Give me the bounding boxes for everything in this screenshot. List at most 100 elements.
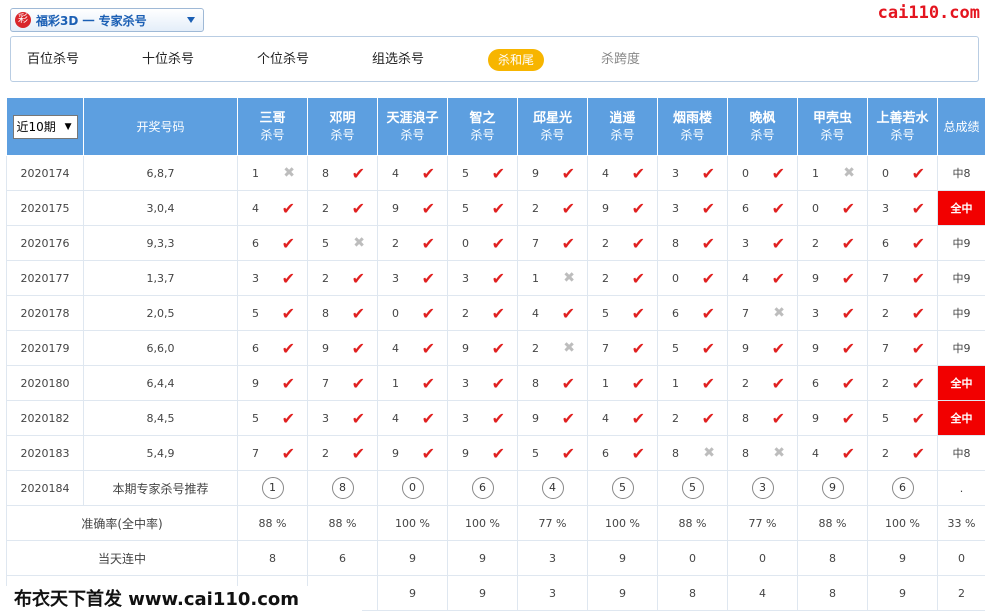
accuracy-row-value: 88 % [307,505,378,541]
kill-cell: 9 ✔ [587,190,658,226]
tab-tens-kill[interactable]: 十位杀号 [142,49,194,71]
tab-group-kill[interactable]: 组选杀号 [372,49,424,71]
kill-number: 6 [602,446,609,460]
check-icon: ✔ [911,408,925,428]
check-icon: ✔ [841,443,855,463]
check-icon: ✔ [351,408,365,428]
expert-header-4[interactable]: 邱星光 杀号 [517,97,588,156]
kill-cell: 1 ✖ [797,155,868,191]
check-icon: ✔ [911,338,925,358]
kill-cell: 9 ✔ [517,400,588,436]
check-icon: ✔ [631,233,645,253]
expert-header-6[interactable]: 烟雨楼 杀号 [657,97,728,156]
expert-header-2[interactable]: 天涯浪子 杀号 [377,97,448,156]
kill-number: 4 [392,166,399,180]
kill-cell-content: 9 ✔ [588,199,657,218]
recommend-cell: 9 [797,470,868,506]
kill-number: 3 [742,236,749,250]
expert-name: 逍遥 [609,110,636,126]
page-root: { "header": { "lottery_select": "福彩3D 一 … [0,0,985,614]
kill-cell-content: 5 ✔ [238,304,307,323]
check-icon: ✔ [491,408,505,428]
expert-name: 邱星光 [532,110,572,126]
streak-row-value: 3 [517,540,588,576]
expert-header-5[interactable]: 逍遥 杀号 [587,97,658,156]
kill-cell-content: 4 ✔ [378,409,447,428]
last-stat-value: 9 [447,575,518,611]
kill-cell-content: 7 ✔ [588,339,657,358]
kill-cell: 5 ✔ [587,295,658,331]
kill-number: 5 [462,166,469,180]
streak-row-total: 0 [937,540,985,576]
period-range-select[interactable]: 近10期 ▼ [12,114,78,139]
kill-cell-content: 7 ✔ [308,374,377,393]
streak-row-label: 当天连中 [6,540,238,576]
kill-cell-content: 8 ✔ [308,164,377,183]
kill-number: 3 [322,411,329,425]
kill-number: 6 [882,236,889,250]
kill-cell: 4 ✔ [727,260,798,296]
tab-hundreds-kill[interactable]: 百位杀号 [27,49,79,71]
table-row: 2020174 6,8,7 1 ✖ 8 ✔ 4 ✔ 5 ✔ 9 ✔ 4 ✔ 3 ✔ 0 ✔ 1 ✖ 0 ✔ 中8 [6,155,985,191]
kill-cell: 7 ✔ [867,260,938,296]
kill-number: 3 [882,201,889,215]
kill-cell: 1 ✖ [237,155,308,191]
check-icon: ✔ [841,373,855,393]
check-icon: ✔ [561,303,575,323]
total-result-cell: 中8 [937,435,985,471]
check-icon: ✔ [841,303,855,323]
kill-cell: 8 ✔ [307,155,378,191]
check-icon: ✔ [841,198,855,218]
kill-number: 1 [252,166,259,180]
total-result-cell: 中9 [937,225,985,261]
check-icon: ✔ [701,198,715,218]
kill-cell: 7 ✔ [237,435,308,471]
kill-number: 9 [322,341,329,355]
brand-logo: cai110.com [877,3,980,23]
kill-cell-content: 5 ✖ [308,235,377,251]
expert-header-9[interactable]: 上善若水 杀号 [867,97,938,156]
tab-sum-tail-kill[interactable]: 杀和尾 [488,49,545,71]
kill-cell-content: 5 ✔ [238,409,307,428]
kill-cell: 2 ✔ [307,190,378,226]
kill-cell-content: 4 ✔ [378,339,447,358]
kill-cell: 3 ✔ [867,190,938,226]
expert-header-3[interactable]: 智之 杀号 [447,97,518,156]
recommend-number: 8 [331,477,354,499]
kill-number: 0 [812,201,819,215]
expert-name: 甲壳虫 [812,110,852,126]
expert-header-0[interactable]: 三哥 杀号 [237,97,308,156]
kill-cell: 2 ✔ [307,435,378,471]
cross-icon: ✖ [773,445,785,461]
check-icon: ✔ [561,198,575,218]
kill-number: 7 [602,341,609,355]
kill-cell: 9 ✔ [517,155,588,191]
expert-header-7[interactable]: 晚枫 杀号 [727,97,798,156]
kill-cell-content: 4 ✔ [518,304,587,323]
expert-header-8[interactable]: 甲壳虫 杀号 [797,97,868,156]
last-stat-value: 8 [797,575,868,611]
kill-cell: 4 ✔ [237,190,308,226]
kill-number: 6 [672,306,679,320]
streak-row-value: 0 [727,540,798,576]
kill-cell-content: 9 ✔ [308,339,377,358]
kill-cell-content: 3 ✔ [308,409,377,428]
expert-header-1[interactable]: 邓明 杀号 [307,97,378,156]
kill-cell-content: 2 ✔ [728,374,797,393]
tab-units-kill[interactable]: 个位杀号 [257,49,309,71]
tab-span-kill[interactable]: 杀跨度 [601,49,640,71]
kill-number: 8 [742,411,749,425]
recommend-cell: 5 [657,470,728,506]
kill-number: 8 [322,166,329,180]
kill-cell-content: 5 ✔ [518,444,587,463]
total-result-cell: 全中 [937,190,985,226]
check-icon: ✔ [491,233,505,253]
check-icon: ✔ [421,408,435,428]
check-icon: ✔ [281,268,295,288]
check-icon: ✔ [281,373,295,393]
table-body: 2020174 6,8,7 1 ✖ 8 ✔ 4 ✔ 5 ✔ 9 ✔ 4 ✔ 3 ✔ 0 ✔ 1 ✖ 0 ✔ 中8 202017… [6,155,985,611]
kill-cell: 6 ✔ [867,225,938,261]
lottery-type-select[interactable]: 彩 福彩3D 一 专家杀号 [10,8,204,32]
kill-number: 2 [322,446,329,460]
expert-name: 智之 [469,110,496,126]
